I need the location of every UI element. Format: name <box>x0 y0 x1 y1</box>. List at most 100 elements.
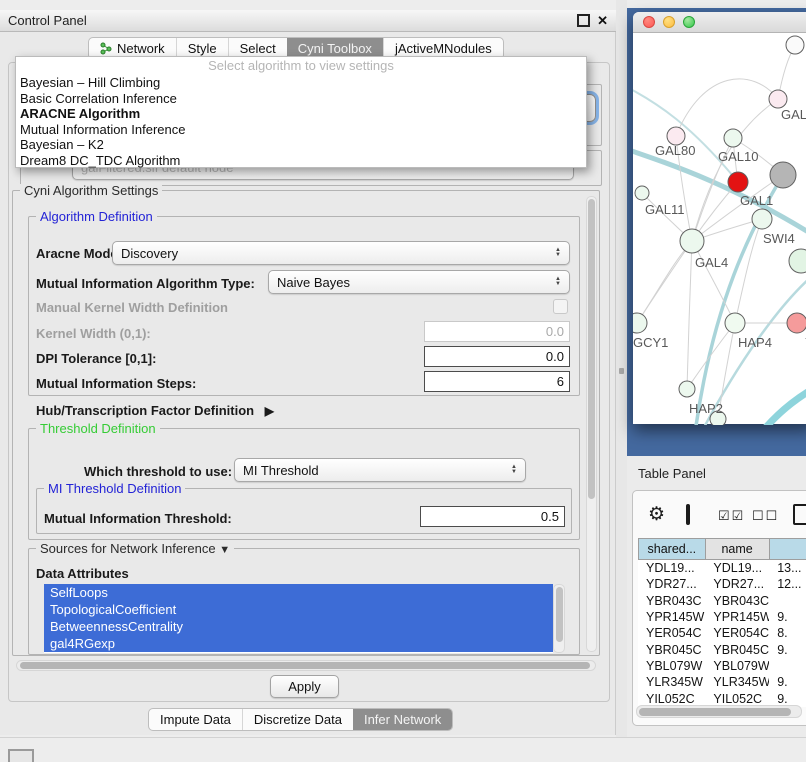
network-node[interactable] <box>787 313 806 333</box>
settings-horizontal-scrollbar-thumb[interactable] <box>20 662 590 669</box>
table-row[interactable]: YLR345WYLR345W9. <box>638 674 806 690</box>
aracne-mode-combo[interactable]: Discovery ▲▼ <box>112 241 570 265</box>
table-row[interactable]: YDL19...YDL19...13... <box>638 560 806 576</box>
table-cell[interactable]: 9. <box>769 643 806 657</box>
table-cell[interactable]: YDR27... <box>705 577 769 591</box>
network-node[interactable] <box>769 90 787 108</box>
algorithm-popup-item[interactable]: Mutual Information Inference <box>16 122 586 138</box>
table-cell[interactable]: YIL052C <box>705 692 769 706</box>
data-attribute-item[interactable]: gal4RGexp <box>44 635 553 652</box>
table-cell[interactable]: YIL052C <box>638 692 705 706</box>
table-cell[interactable]: YBR043C <box>705 594 769 608</box>
table-cell[interactable]: YDL19... <box>638 561 705 575</box>
table-cell[interactable]: YBL079W <box>705 659 769 673</box>
table-cell[interactable]: 9. <box>769 692 806 706</box>
column-header-shared[interactable]: shared... <box>638 538 706 560</box>
algorithm-popup-item[interactable]: Bayesian – K2 <box>16 137 586 153</box>
which-threshold-combo[interactable]: MI Threshold ▲▼ <box>234 458 526 482</box>
network-edge[interactable] <box>761 383 806 425</box>
table-row[interactable]: YBL079WYBL079W <box>638 658 806 674</box>
table-cell[interactable]: 13... <box>769 561 806 575</box>
manual-kernel-width-checkbox[interactable] <box>553 299 568 314</box>
column-header-partial[interactable] <box>770 538 806 560</box>
panel-splitter[interactable] <box>616 0 627 737</box>
table-cell[interactable]: YBR045C <box>638 643 705 657</box>
float-window-icon[interactable] <box>577 14 590 27</box>
table-row[interactable]: YDR27...YDR27...12... <box>638 576 806 592</box>
zoom-traffic-light-icon[interactable] <box>683 16 695 28</box>
attributes-list-scrollbar[interactable] <box>553 584 565 653</box>
algorithm-popup-item[interactable]: Basic Correlation Inference <box>16 91 586 107</box>
minimize-traffic-light-icon[interactable] <box>663 16 675 28</box>
network-edge[interactable] <box>692 241 735 323</box>
table-cell[interactable]: YPR145W <box>705 610 769 624</box>
network-window[interactable]: GALGAL80GAL10GAL11GAL1SWI4GAL4GCY1HAP4YH… <box>633 12 806 424</box>
network-edge[interactable] <box>687 241 692 389</box>
data-attributes-list[interactable]: SelfLoopsTopologicalCoefficientBetweenne… <box>44 584 553 653</box>
network-node[interactable] <box>786 36 804 54</box>
network-node[interactable] <box>789 249 806 273</box>
table-cell[interactable]: YDR27... <box>638 577 705 591</box>
data-attribute-item[interactable]: SelfLoops <box>44 584 553 601</box>
table-cell[interactable]: 9. <box>769 610 806 624</box>
network-window-titlebar[interactable] <box>633 12 806 33</box>
network-node[interactable] <box>752 209 772 229</box>
column-header-name[interactable]: name <box>706 538 770 560</box>
network-canvas[interactable]: GALGAL80GAL10GAL11GAL1SWI4GAL4GCY1HAP4YH… <box>633 33 806 425</box>
tab-discretize-data[interactable]: Discretize Data <box>242 709 353 730</box>
hub-definition-toggle[interactable]: Hub/Transcription Factor Definition ▶ <box>36 403 274 418</box>
table-cell[interactable]: YBR043C <box>638 594 705 608</box>
data-attribute-item[interactable]: BetweennessCentrality <box>44 618 553 635</box>
mi-threshold-field[interactable]: 0.5 <box>420 506 565 527</box>
table-cell[interactable]: YDL19... <box>705 561 769 575</box>
network-node[interactable] <box>633 313 647 333</box>
table-cell[interactable]: 9. <box>769 675 806 689</box>
mi-steps-field[interactable]: 6 <box>424 371 570 392</box>
algorithm-popup-item[interactable]: ARACNE Algorithm <box>16 106 586 122</box>
splitter-handle[interactable] <box>619 368 624 374</box>
tab-infer-network[interactable]: Infer Network <box>353 709 452 730</box>
tab-impute-data[interactable]: Impute Data <box>149 709 242 730</box>
select-all-checkboxes-icon[interactable]: ☑☑ <box>718 508 745 524</box>
deselect-all-checkboxes-icon[interactable]: ☐☐ <box>752 508 779 524</box>
network-node[interactable] <box>725 313 745 333</box>
network-node[interactable] <box>680 229 704 253</box>
close-traffic-light-icon[interactable] <box>643 16 655 28</box>
network-node[interactable] <box>679 381 695 397</box>
table-cell[interactable]: YLR345W <box>705 675 769 689</box>
new-table-file-icon[interactable] <box>793 504 806 525</box>
table-row[interactable]: YBR043CYBR043C <box>638 593 806 609</box>
table-horizontal-scrollbar[interactable] <box>636 705 802 718</box>
network-edge[interactable] <box>735 219 762 323</box>
network-node[interactable] <box>724 129 742 147</box>
table-cell[interactable]: YBR045C <box>705 643 769 657</box>
settings-vertical-scrollbar[interactable] <box>586 196 597 652</box>
table-cell[interactable]: YER054C <box>705 626 769 640</box>
attributes-list-scrollbar-thumb[interactable] <box>556 587 563 642</box>
network-edge[interactable] <box>676 79 778 136</box>
apply-button[interactable]: Apply <box>270 675 339 698</box>
table-cell[interactable]: YPR145W <box>638 610 705 624</box>
table-cell[interactable]: YER054C <box>638 626 705 640</box>
data-attribute-item[interactable]: TopologicalCoefficient <box>44 601 553 618</box>
mi-algorithm-type-combo[interactable]: Naive Bayes ▲▼ <box>268 270 570 294</box>
kernel-width-field[interactable]: 0.0 <box>424 321 570 342</box>
network-node[interactable] <box>770 162 796 188</box>
network-node[interactable] <box>635 186 649 200</box>
gear-icon[interactable]: ⚙ <box>648 503 665 526</box>
network-edge[interactable] <box>633 85 738 182</box>
table-cell[interactable]: YLR345W <box>638 675 705 689</box>
table-cell[interactable]: YBL079W <box>638 659 705 673</box>
split-columns-icon[interactable] <box>686 504 690 525</box>
table-cell[interactable]: 8. <box>769 626 806 640</box>
table-row[interactable]: YPR145WYPR145W9. <box>638 609 806 625</box>
table-cell[interactable]: 12... <box>769 577 806 591</box>
table-row[interactable]: YER054CYER054C8. <box>638 625 806 641</box>
dpi-tolerance-field[interactable]: 0.0 <box>424 346 570 367</box>
table-row[interactable]: YBR045CYBR045C9. <box>638 641 806 657</box>
settings-horizontal-scrollbar[interactable] <box>16 660 596 671</box>
settings-vertical-scrollbar-thumb[interactable] <box>588 199 595 499</box>
algorithm-popup-item[interactable]: Bayesian – Hill Climbing <box>16 75 586 91</box>
algorithm-popup-item[interactable]: Dream8 DC_TDC Algorithm <box>16 153 586 169</box>
restore-panel-icon[interactable] <box>8 749 34 762</box>
